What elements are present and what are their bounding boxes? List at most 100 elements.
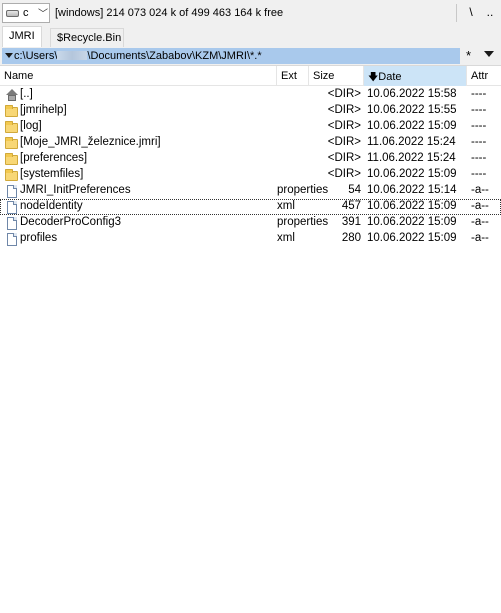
file-date: 10.06.2022 15:58 (367, 88, 457, 100)
file-size: <DIR> (327, 168, 361, 180)
file-date: 10.06.2022 15:09 (367, 168, 457, 180)
file-row[interactable]: [preferences] <DIR> 11.06.2022 15:24 ---- (0, 151, 501, 167)
file-size: <DIR> (327, 88, 361, 100)
file-row[interactable]: JMRI_InitPreferences properties 54 10.06.20… (0, 183, 501, 199)
file-row[interactable]: profiles xml 280 10.06.2022 15:09 -a-- (0, 231, 501, 247)
column-ext[interactable]: Ext (277, 66, 309, 86)
path-suffix: \Documents\Zababov\KZM\JMRI\*.* (87, 50, 262, 62)
file-type-icon (4, 168, 18, 182)
drive-selector[interactable]: c ﹀ (2, 3, 50, 23)
file-list: [..] <DIR> 10.06.2022 15:58 ---- [jmrihelp] <… (0, 87, 501, 247)
tab-jmri[interactable]: JMRI (2, 26, 42, 47)
chevron-down-icon: ﹀ (38, 9, 48, 20)
file-row[interactable]: [jmrihelp] <DIR> 10.06.2022 15:55 ---- (0, 103, 501, 119)
file-attr: -a-- (471, 232, 489, 244)
file-name: [Moje_JMRI_železnice.jmri] (20, 136, 161, 148)
file-type-icon (4, 120, 18, 134)
file-row[interactable]: [..] <DIR> 10.06.2022 15:58 ---- (0, 87, 501, 103)
column-date-label: Date (378, 71, 402, 83)
column-header: Name Ext Size 🡇Date Attr (0, 66, 501, 86)
file-date: 10.06.2022 15:09 (367, 216, 457, 228)
file-icon (7, 185, 17, 198)
root-directory-button[interactable]: \ (465, 5, 477, 21)
file-size: <DIR> (327, 104, 361, 116)
file-type-icon (4, 200, 18, 214)
file-attr: ---- (471, 168, 487, 180)
column-date[interactable]: 🡇Date (364, 66, 467, 86)
file-row[interactable]: DecoderProConfig3 properties 391 10.06.2022… (0, 215, 501, 231)
file-attr: ---- (471, 136, 487, 148)
file-date: 10.06.2022 15:09 (367, 232, 457, 244)
folder-icon (5, 137, 18, 149)
drive-bar: c ﹀ [windows] 214 073 024 k of 499 463 1… (0, 0, 501, 26)
file-name: nodeIdentity (20, 200, 83, 212)
path-dropdown-icon (5, 53, 13, 58)
file-date: 10.06.2022 15:09 (367, 120, 457, 132)
file-name: [jmrihelp] (20, 104, 67, 116)
redacted-username (57, 51, 88, 60)
file-date: 11.06.2022 15:24 (367, 136, 456, 148)
file-type-icon (4, 216, 18, 230)
hard-drive-icon (6, 10, 19, 17)
directory-history-button[interactable]: * (466, 48, 471, 63)
down-arrow-icon: 🡇 (368, 72, 379, 83)
file-type-icon (4, 88, 18, 102)
file-row[interactable]: nodeIdentity xml 457 10.06.2022 15:09 -a-- (0, 199, 501, 215)
file-row[interactable]: [log] <DIR> 10.06.2022 15:09 ---- (0, 119, 501, 135)
up-dir-icon (5, 89, 18, 102)
path-prefix: c:\Users\ (14, 50, 58, 62)
file-type-icon (4, 136, 18, 150)
file-attr: -a-- (471, 184, 489, 196)
folder-icon (5, 105, 18, 117)
directory-hotlist-button[interactable] (484, 51, 494, 57)
volume-label: [windows] (55, 7, 104, 19)
folder-icon (5, 121, 18, 133)
file-name: DecoderProConfig3 (20, 216, 122, 228)
current-path[interactable]: c:\Users\ \Documents\Zababov\KZM\JMRI\*.* (2, 48, 460, 64)
file-date: 10.06.2022 15:14 (367, 184, 457, 196)
file-name: JMRI_InitPreferences (20, 184, 131, 196)
drive-info: [windows] 214 073 024 k of 499 463 164 k… (55, 7, 283, 19)
drive-letter: c (23, 7, 29, 19)
column-attr[interactable]: Attr (467, 66, 501, 86)
file-size: <DIR> (327, 152, 361, 164)
file-date: 11.06.2022 15:24 (367, 152, 456, 164)
folder-icon (5, 153, 18, 165)
file-name: [systemfiles] (20, 168, 84, 180)
file-icon (7, 201, 17, 214)
file-size: 280 (341, 232, 361, 244)
file-name: profiles (20, 232, 58, 244)
file-name: [preferences] (20, 152, 88, 164)
file-name: [log] (20, 120, 42, 132)
folder-icon (5, 169, 18, 181)
file-date: 10.06.2022 15:09 (367, 200, 457, 212)
file-attr: ---- (471, 120, 487, 132)
path-bar: c:\Users\ \Documents\Zababov\KZM\JMRI\*.*… (0, 47, 501, 65)
file-type-icon (4, 104, 18, 118)
column-size[interactable]: Size (309, 66, 364, 86)
file-date: 10.06.2022 15:55 (367, 104, 457, 116)
file-name: [..] (20, 88, 33, 100)
column-name[interactable]: Name (0, 66, 277, 86)
file-attr: ---- (471, 152, 487, 164)
file-attr: ---- (471, 104, 487, 116)
file-type-icon (4, 232, 18, 246)
file-attr: -a-- (471, 216, 489, 228)
file-type-icon (4, 152, 18, 166)
file-icon (7, 233, 17, 246)
tab-recycle-bin[interactable]: $Recycle.Bin (50, 28, 124, 47)
file-row[interactable]: [systemfiles] <DIR> 10.06.2022 15:09 ---- (0, 167, 501, 183)
file-icon (7, 217, 17, 230)
free-space: 214 073 024 k of 499 463 164 k free (106, 7, 284, 19)
folder-tabs: JMRI $Recycle.Bin (0, 26, 501, 47)
file-attr: ---- (471, 88, 487, 100)
parent-directory-button[interactable]: .. (484, 5, 496, 21)
file-panel[interactable]: Name Ext Size 🡇Date Attr [..] <DIR> 10.06.… (0, 65, 501, 613)
file-size: <DIR> (327, 120, 361, 132)
file-row[interactable]: [Moje_JMRI_železnice.jmri] <DIR> 11.06.202… (0, 135, 501, 151)
file-size: 391 (341, 216, 361, 228)
file-size: 54 (348, 184, 361, 196)
file-attr: -a-- (471, 200, 489, 212)
file-size: 457 (341, 200, 361, 212)
separator (456, 4, 457, 22)
